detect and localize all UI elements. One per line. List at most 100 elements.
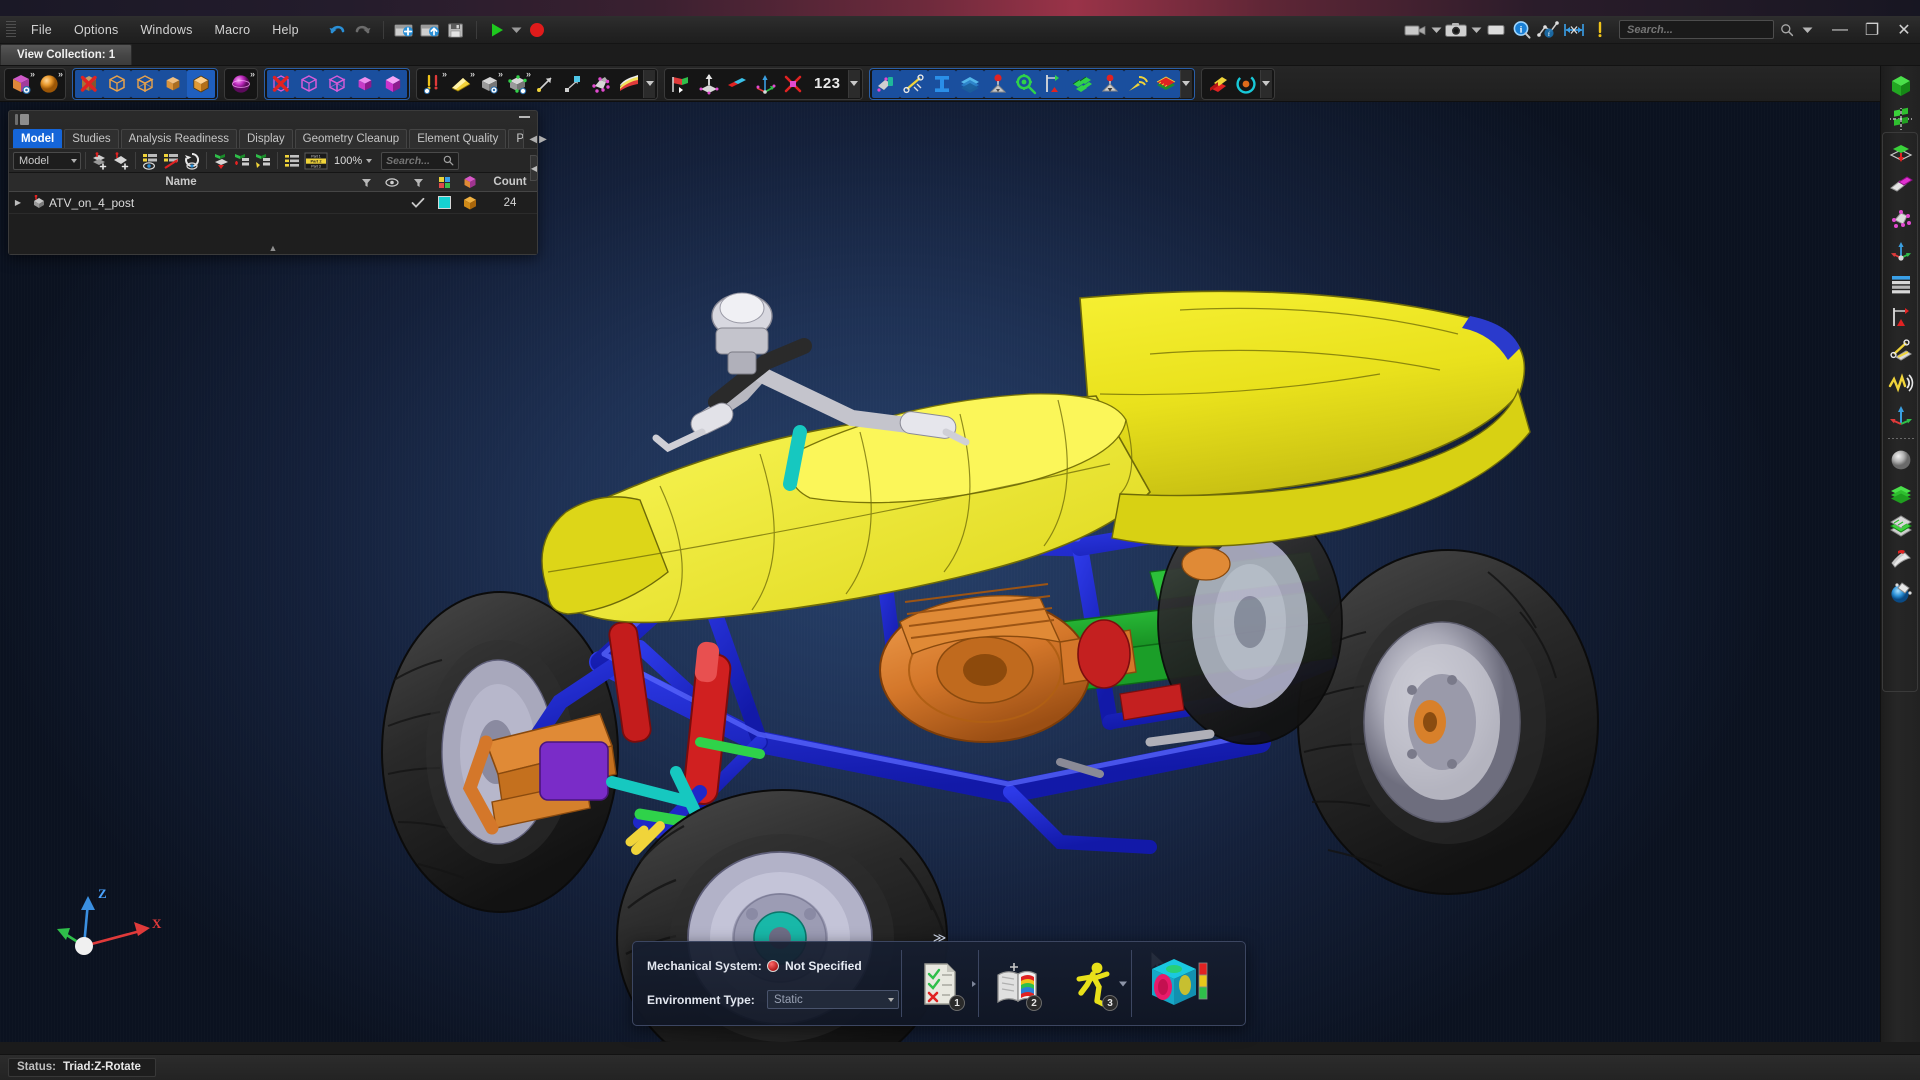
markers-dropdown[interactable] <box>643 69 655 98</box>
coordinate-axes-icon[interactable] <box>1885 400 1917 432</box>
signal-wave-icon[interactable] <box>1885 367 1917 399</box>
column-material-icon[interactable] <box>457 175 483 189</box>
hide-all-icon[interactable] <box>161 151 181 171</box>
delete-solid-icon[interactable] <box>75 69 103 98</box>
axis-triad-icon[interactable] <box>1885 235 1917 267</box>
solid-edges-icon[interactable] <box>103 69 131 98</box>
step-materials[interactable]: 2 <box>979 942 1055 1025</box>
part-view-icon[interactable]: Part 1 Part 2 Part 3 <box>303 151 329 171</box>
point-node-icon[interactable] <box>559 70 587 98</box>
video-capture-icon[interactable] <box>1403 19 1429 41</box>
video-capture-dropdown[interactable] <box>1429 19 1443 41</box>
dimension-icon[interactable] <box>1885 301 1917 333</box>
show-all-icon[interactable] <box>140 151 160 171</box>
tab-scroll-right-icon[interactable]: ▶ <box>539 134 547 145</box>
results-dropdown[interactable] <box>1259 69 1272 98</box>
expand-arrow-icon[interactable]: ▶ <box>9 198 27 207</box>
menu-file[interactable]: File <box>20 19 63 41</box>
stacked-plates-icon[interactable] <box>1885 510 1917 542</box>
tab-analysis-readiness[interactable]: Analysis Readiness <box>120 129 237 148</box>
plane-warp-icon[interactable] <box>615 70 643 98</box>
step-next-arrow-icon[interactable] <box>972 980 976 987</box>
menu-macro[interactable]: Macro <box>204 19 262 41</box>
beam-section-icon[interactable] <box>927 69 956 98</box>
solid-faces-icon[interactable] <box>131 69 159 98</box>
mesh-node-icon[interactable] <box>779 70 807 98</box>
view-selector-dropdown[interactable]: Model <box>13 151 81 170</box>
global-search[interactable] <box>1619 20 1780 39</box>
solid-cube-icon[interactable] <box>1885 70 1917 102</box>
tab-post[interactable]: Post <box>508 129 525 148</box>
browser-search-input[interactable] <box>386 154 444 167</box>
minimize-button[interactable]: — <box>1824 17 1856 43</box>
show-selected-icon[interactable] <box>232 151 252 171</box>
step-setup-checks[interactable]: 1 <box>902 942 978 1025</box>
screenshot-dropdown[interactable] <box>1469 19 1483 41</box>
block-points-icon[interactable]: » <box>503 69 531 98</box>
numeric-label-icon[interactable]: 123 <box>807 70 848 98</box>
surface-pair-icon[interactable] <box>1885 169 1917 201</box>
contact-pair-icon[interactable] <box>723 70 751 98</box>
panel-handle-icon[interactable] <box>15 113 18 125</box>
surface-shaded-icon[interactable] <box>351 69 379 98</box>
maximize-button[interactable]: ❐ <box>1856 17 1888 43</box>
close-button[interactable]: ✕ <box>1888 17 1920 43</box>
list-view-icon[interactable] <box>282 151 302 171</box>
table-list-icon[interactable] <box>1885 268 1917 300</box>
axis-triad[interactable]: Z X <box>48 874 168 974</box>
analysis-dropdown[interactable] <box>1179 69 1192 98</box>
export-button[interactable] <box>417 19 443 41</box>
measure-path-icon[interactable]: f <box>1535 19 1561 41</box>
save-button[interactable] <box>443 19 469 41</box>
search-options-icon[interactable] <box>1774 19 1800 41</box>
environment-type-dropdown[interactable]: Static <box>767 990 899 1009</box>
marker-flags-icon[interactable]: » <box>419 69 447 98</box>
column-filter-icon[interactable] <box>353 177 379 188</box>
solid-shaded-icon[interactable] <box>159 69 187 98</box>
layers-icon[interactable] <box>1151 69 1180 98</box>
globe-tool-icon[interactable] <box>1885 576 1917 608</box>
sphere-shade-icon[interactable] <box>1885 444 1917 476</box>
tab-scroll-left-icon[interactable]: ◀ <box>529 134 537 145</box>
measure-tool-icon[interactable] <box>1885 334 1917 366</box>
connector-icon[interactable] <box>899 69 928 98</box>
create-solid-icon[interactable]: » <box>7 69 35 98</box>
green-layers-icon[interactable] <box>1885 477 1917 509</box>
overflow-chevron-icon[interactable]: » <box>58 69 63 79</box>
run-options-dropdown[interactable] <box>510 19 524 41</box>
bolt-preload-icon[interactable] <box>1039 69 1068 98</box>
column-visibility-icon[interactable] <box>379 177 405 188</box>
run-button[interactable] <box>484 19 510 41</box>
plane-cut-icon[interactable] <box>1885 136 1917 168</box>
surface-sphere-icon[interactable]: » <box>227 69 255 98</box>
run-options-caret-icon[interactable] <box>1119 981 1127 986</box>
reverse-visibility-icon[interactable] <box>182 151 202 171</box>
block-view-icon[interactable]: » <box>475 69 503 98</box>
step-run-analysis[interactable]: 3 <box>1055 942 1131 1025</box>
highlight-selected-icon[interactable] <box>253 151 273 171</box>
add-view-icon[interactable] <box>90 151 110 171</box>
redo-button[interactable] <box>350 19 376 41</box>
support-icon[interactable] <box>1095 69 1124 98</box>
pin-icon[interactable] <box>20 113 29 125</box>
alert-icon[interactable] <box>1587 19 1613 41</box>
target-sync-icon[interactable] <box>1232 70 1260 98</box>
mechanical-system-value[interactable]: Not Specified <box>785 959 862 973</box>
browser-search[interactable] <box>381 151 460 170</box>
menu-windows[interactable]: Windows <box>129 19 203 41</box>
info-probe-icon[interactable]: i <box>1509 19 1535 41</box>
axis-system-icon[interactable] <box>751 70 779 98</box>
panel-resize-grip[interactable]: ▲ <box>269 244 278 253</box>
minimize-panel-button[interactable] <box>519 116 530 118</box>
toolbar-grip[interactable] <box>6 20 16 39</box>
overflow-chevron-icon[interactable]: » <box>250 69 255 79</box>
surface-faces-icon[interactable] <box>323 69 351 98</box>
row-visibility-check[interactable] <box>405 197 431 209</box>
column-color-icon[interactable] <box>431 176 457 189</box>
isolate-icon[interactable] <box>211 151 231 171</box>
import-button[interactable] <box>391 19 417 41</box>
measure-distance-icon[interactable] <box>1561 19 1587 41</box>
tab-studies[interactable]: Studies <box>64 129 119 148</box>
flag-green-icon[interactable] <box>667 70 695 98</box>
tab-element-quality[interactable]: Element Quality <box>409 129 507 148</box>
